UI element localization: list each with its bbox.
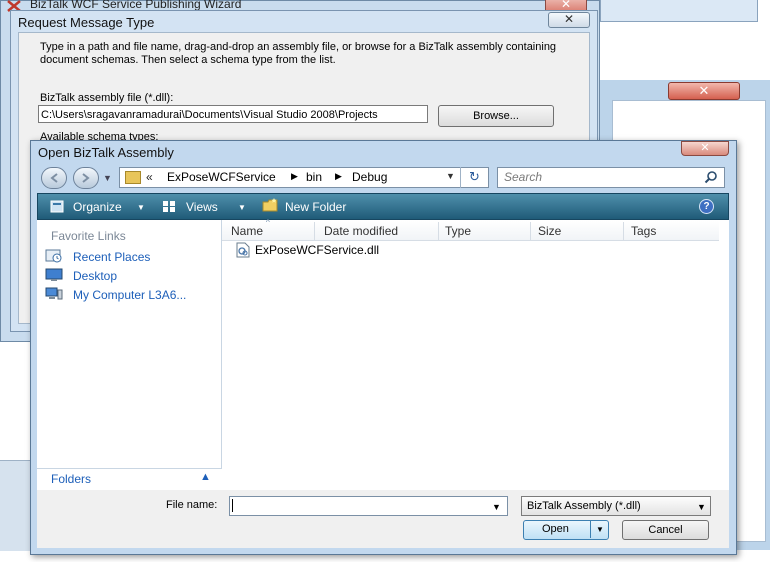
sort-ascending-icon: ^ (266, 218, 270, 227)
request-dialog-title: Request Message Type (18, 15, 155, 30)
recent-pages-dropdown-icon[interactable]: ▼ (103, 173, 112, 183)
open-button-label[interactable]: Open (542, 523, 569, 535)
chevron-up-icon[interactable]: ▲ (200, 471, 211, 483)
file-name-label: File name: (166, 499, 218, 511)
column-header-size[interactable]: Size (538, 224, 561, 238)
address-dropdown-icon[interactable]: ▼ (446, 171, 455, 181)
column-header-type[interactable]: Type (445, 224, 471, 238)
favorite-links-header: Favorite Links (51, 229, 126, 243)
breadcrumb-separator[interactable]: ▶ (335, 171, 342, 182)
desktop-icon (45, 268, 63, 281)
refresh-button[interactable]: ↻ (460, 167, 488, 188)
assembly-path-input[interactable]: C:\Users\sragavanramadurai\Documents\Vis… (38, 105, 428, 123)
background-window-edge (0, 460, 30, 551)
folder-icon (125, 171, 141, 184)
search-icon[interactable] (704, 170, 718, 184)
views-icon (163, 201, 175, 212)
request-dialog-close-button[interactable]: ✕ (548, 12, 590, 28)
organize-menu[interactable]: Organize (73, 200, 122, 214)
breadcrumb-item[interactable]: bin (306, 170, 322, 184)
file-name-input[interactable] (229, 496, 508, 516)
column-header-date-modified[interactable]: Date modified (324, 224, 398, 238)
forward-arrow-icon (82, 173, 90, 183)
text-caret (232, 499, 233, 512)
search-input[interactable]: Search (497, 167, 725, 188)
sidebar-item-desktop[interactable]: Desktop (73, 269, 117, 283)
column-divider[interactable] (314, 222, 315, 240)
sidebar-item-my-computer[interactable]: My Computer L3A6... (73, 288, 186, 302)
new-folder-button[interactable]: New Folder (285, 200, 346, 214)
open-dialog-title: Open BizTalk Assembly (38, 145, 174, 160)
breadcrumb-separator[interactable]: ▶ (291, 171, 298, 182)
help-button[interactable]: ? (699, 199, 714, 214)
column-divider[interactable] (438, 222, 439, 240)
background-window-frame (600, 0, 758, 22)
views-dropdown-icon[interactable]: ▼ (238, 203, 246, 212)
file-list (222, 220, 729, 490)
views-menu[interactable]: Views (186, 200, 218, 214)
back-arrow-icon (50, 173, 58, 183)
column-divider[interactable] (623, 222, 624, 240)
computer-icon (45, 287, 63, 300)
address-overflow-button[interactable]: « (146, 170, 153, 184)
organize-dropdown-icon[interactable]: ▼ (137, 203, 145, 212)
recent-places-icon (45, 249, 62, 263)
column-header-name[interactable]: Name (231, 224, 263, 238)
list-item[interactable]: ExPoseWCFService.dll (255, 243, 379, 257)
assembly-file-label: BizTalk assembly file (*.dll): (40, 92, 174, 104)
dll-file-icon[interactable] (235, 242, 251, 258)
forward-button[interactable] (73, 167, 99, 189)
sidebar-item-recent-places[interactable]: Recent Places (73, 250, 150, 264)
cancel-button[interactable]: Cancel (622, 520, 709, 540)
chevron-down-icon[interactable]: ▼ (697, 502, 706, 512)
column-header-tags[interactable]: Tags (631, 224, 656, 238)
organize-icon (50, 200, 64, 213)
open-dialog-close-button[interactable]: ✕ (681, 141, 729, 156)
browse-button[interactable]: Browse... (438, 105, 554, 127)
back-button[interactable] (41, 167, 67, 189)
new-folder-icon (262, 198, 278, 212)
breadcrumb-item[interactable]: Debug (352, 170, 387, 184)
column-divider[interactable] (530, 222, 531, 240)
file-type-filter-select[interactable]: BizTalk Assembly (*.dll) (521, 496, 711, 516)
folders-label[interactable]: Folders (51, 472, 91, 486)
file-name-dropdown-icon[interactable]: ▼ (492, 502, 501, 512)
open-button-split (590, 521, 591, 538)
request-dialog-description: Type in a path and file name, drag-and-d… (40, 41, 557, 66)
open-options-dropdown-icon[interactable]: ▼ (596, 525, 604, 534)
breadcrumb-item[interactable]: ExPoseWCFService (167, 170, 276, 184)
background-window-close-button[interactable]: ✕ (668, 82, 740, 100)
